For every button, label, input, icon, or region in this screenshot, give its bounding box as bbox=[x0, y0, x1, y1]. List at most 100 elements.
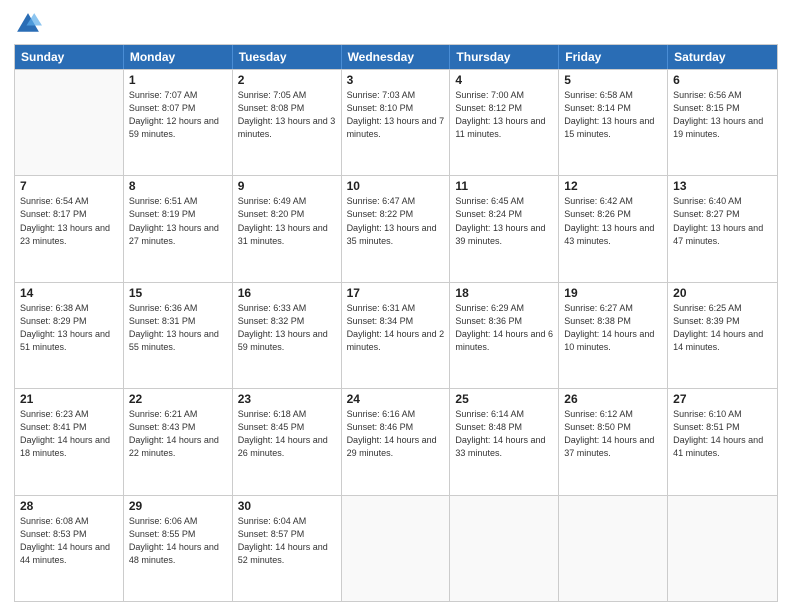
cell-info: Sunrise: 6:21 AM bbox=[129, 408, 227, 421]
cell-info: Sunrise: 6:31 AM bbox=[347, 302, 445, 315]
cell-info: Sunset: 8:48 PM bbox=[455, 421, 553, 434]
cell-info: Daylight: 13 hours and 27 minutes. bbox=[129, 222, 227, 248]
cell-info: Sunrise: 6:54 AM bbox=[20, 195, 118, 208]
cell-info: Sunset: 8:41 PM bbox=[20, 421, 118, 434]
day-number: 4 bbox=[455, 73, 553, 87]
cell-info: Sunset: 8:38 PM bbox=[564, 315, 662, 328]
cell-info: Sunrise: 6:33 AM bbox=[238, 302, 336, 315]
calendar-cell bbox=[342, 496, 451, 601]
calendar-cell: 29 Sunrise: 6:06 AMSunset: 8:55 PMDayligh… bbox=[124, 496, 233, 601]
cell-info: Sunset: 8:36 PM bbox=[455, 315, 553, 328]
calendar-header: SundayMondayTuesdayWednesdayThursdayFrid… bbox=[15, 45, 777, 69]
day-number: 19 bbox=[564, 286, 662, 300]
cell-info: Daylight: 14 hours and 37 minutes. bbox=[564, 434, 662, 460]
calendar-cell: 16Sunrise: 6:33 AMSunset: 8:32 PMDayligh… bbox=[233, 283, 342, 388]
logo-icon bbox=[14, 10, 42, 38]
cell-info: Sunrise: 6:04 AM bbox=[238, 515, 336, 528]
cell-info: Sunrise: 6:06 AM bbox=[129, 515, 227, 528]
day-number: 30 bbox=[238, 499, 336, 513]
calendar-cell: 8Sunrise: 6:51 AMSunset: 8:19 PMDaylight… bbox=[124, 176, 233, 281]
calendar-cell: 30Sunrise: 6:04 AMSunset: 8:57 PMDayligh… bbox=[233, 496, 342, 601]
calendar-week: 21Sunrise: 6:23 AMSunset: 8:41 PMDayligh… bbox=[15, 388, 777, 494]
cal-header-day: Sunday bbox=[15, 45, 124, 69]
cell-info: Daylight: 13 hours and 19 minutes. bbox=[673, 115, 772, 141]
day-number: 28 bbox=[20, 499, 118, 513]
cell-info: Sunset: 8:24 PM bbox=[455, 208, 553, 221]
cell-info: Sunrise: 6:12 AM bbox=[564, 408, 662, 421]
calendar-cell: 28Sunrise: 6:08 AMSunset: 8:53 PMDayligh… bbox=[15, 496, 124, 601]
day-number: 17 bbox=[347, 286, 445, 300]
cell-info: Daylight: 14 hours and 33 minutes. bbox=[455, 434, 553, 460]
day-number: 5 bbox=[564, 73, 662, 87]
cell-info: Daylight: 13 hours and 31 minutes. bbox=[238, 222, 336, 248]
cell-info: Sunrise: 7:00 AM bbox=[455, 89, 553, 102]
cell-info: Daylight: 13 hours and 51 minutes. bbox=[20, 328, 118, 354]
cell-info: Daylight: 13 hours and 15 minutes. bbox=[564, 115, 662, 141]
cal-header-day: Thursday bbox=[450, 45, 559, 69]
calendar-cell bbox=[559, 496, 668, 601]
day-number: 26 bbox=[564, 392, 662, 406]
cell-info: Sunset: 8:43 PM bbox=[129, 421, 227, 434]
cell-info: Sunset: 8:55 PM bbox=[129, 528, 227, 541]
calendar-week: 7Sunrise: 6:54 AMSunset: 8:17 PMDaylight… bbox=[15, 175, 777, 281]
cell-info: Daylight: 14 hours and 18 minutes. bbox=[20, 434, 118, 460]
cell-info: Sunset: 8:45 PM bbox=[238, 421, 336, 434]
day-number: 12 bbox=[564, 179, 662, 193]
calendar-cell: 21 Sunrise: 6:23 AMSunset: 8:41 PMDayligh… bbox=[15, 389, 124, 494]
day-number: 21 bbox=[20, 392, 118, 406]
calendar-cell: 10Sunrise: 6:47 AMSunset: 8:22 PMDayligh… bbox=[342, 176, 451, 281]
day-number: 25 bbox=[455, 392, 553, 406]
calendar-cell: 25 Sunrise: 6:14 AMSunset: 8:48 PMDayligh… bbox=[450, 389, 559, 494]
cell-info: Sunrise: 6:27 AM bbox=[564, 302, 662, 315]
cell-info: Sunrise: 6:49 AM bbox=[238, 195, 336, 208]
cell-info: Daylight: 13 hours and 3 minutes. bbox=[238, 115, 336, 141]
cell-info: Sunrise: 6:40 AM bbox=[673, 195, 772, 208]
day-number: 8 bbox=[129, 179, 227, 193]
cell-info: Daylight: 14 hours and 6 minutes. bbox=[455, 328, 553, 354]
calendar-cell: 18Sunrise: 6:29 AMSunset: 8:36 PMDayligh… bbox=[450, 283, 559, 388]
page-header bbox=[14, 10, 778, 38]
cell-info: Sunset: 8:15 PM bbox=[673, 102, 772, 115]
cell-info: Sunset: 8:31 PM bbox=[129, 315, 227, 328]
cell-info: Sunset: 8:07 PM bbox=[129, 102, 227, 115]
cell-info: Sunset: 8:22 PM bbox=[347, 208, 445, 221]
calendar-cell: 11Sunrise: 6:45 AMSunset: 8:24 PMDayligh… bbox=[450, 176, 559, 281]
cell-info: Sunrise: 6:56 AM bbox=[673, 89, 772, 102]
day-number: 9 bbox=[238, 179, 336, 193]
cal-header-day: Monday bbox=[124, 45, 233, 69]
day-number: 3 bbox=[347, 73, 445, 87]
cell-info: Sunset: 8:57 PM bbox=[238, 528, 336, 541]
cell-info: Sunset: 8:46 PM bbox=[347, 421, 445, 434]
calendar-week: 28Sunrise: 6:08 AMSunset: 8:53 PMDayligh… bbox=[15, 495, 777, 601]
day-number: 29 bbox=[129, 499, 227, 513]
cell-info: Sunrise: 6:18 AM bbox=[238, 408, 336, 421]
day-number: 27 bbox=[673, 392, 772, 406]
calendar-cell: 13Sunrise: 6:40 AMSunset: 8:27 PMDayligh… bbox=[668, 176, 777, 281]
calendar-cell bbox=[450, 496, 559, 601]
calendar-cell: 6 Sunrise: 6:56 AMSunset: 8:15 PMDaylight… bbox=[668, 70, 777, 175]
calendar-cell: 26Sunrise: 6:12 AMSunset: 8:50 PMDayligh… bbox=[559, 389, 668, 494]
day-number: 13 bbox=[673, 179, 772, 193]
day-number: 24 bbox=[347, 392, 445, 406]
cell-info: Sunset: 8:20 PM bbox=[238, 208, 336, 221]
cell-info: Sunrise: 6:23 AM bbox=[20, 408, 118, 421]
day-number: 2 bbox=[238, 73, 336, 87]
cell-info: Sunset: 8:10 PM bbox=[347, 102, 445, 115]
cell-info: Sunrise: 6:36 AM bbox=[129, 302, 227, 315]
calendar: SundayMondayTuesdayWednesdayThursdayFrid… bbox=[14, 44, 778, 602]
day-number: 15 bbox=[129, 286, 227, 300]
day-number: 6 bbox=[673, 73, 772, 87]
calendar-cell: 20Sunrise: 6:25 AMSunset: 8:39 PMDayligh… bbox=[668, 283, 777, 388]
calendar-body: 1Sunrise: 7:07 AMSunset: 8:07 PMDaylight… bbox=[15, 69, 777, 601]
cell-info: Sunrise: 6:14 AM bbox=[455, 408, 553, 421]
logo bbox=[14, 10, 46, 38]
day-number: 18 bbox=[455, 286, 553, 300]
day-number: 7 bbox=[20, 179, 118, 193]
cal-header-day: Tuesday bbox=[233, 45, 342, 69]
calendar-week: 14Sunrise: 6:38 AMSunset: 8:29 PMDayligh… bbox=[15, 282, 777, 388]
cell-info: Sunrise: 6:10 AM bbox=[673, 408, 772, 421]
cell-info: Daylight: 13 hours and 55 minutes. bbox=[129, 328, 227, 354]
cell-info: Daylight: 14 hours and 48 minutes. bbox=[129, 541, 227, 567]
cell-info: Daylight: 13 hours and 11 minutes. bbox=[455, 115, 553, 141]
cell-info: Sunset: 8:32 PM bbox=[238, 315, 336, 328]
